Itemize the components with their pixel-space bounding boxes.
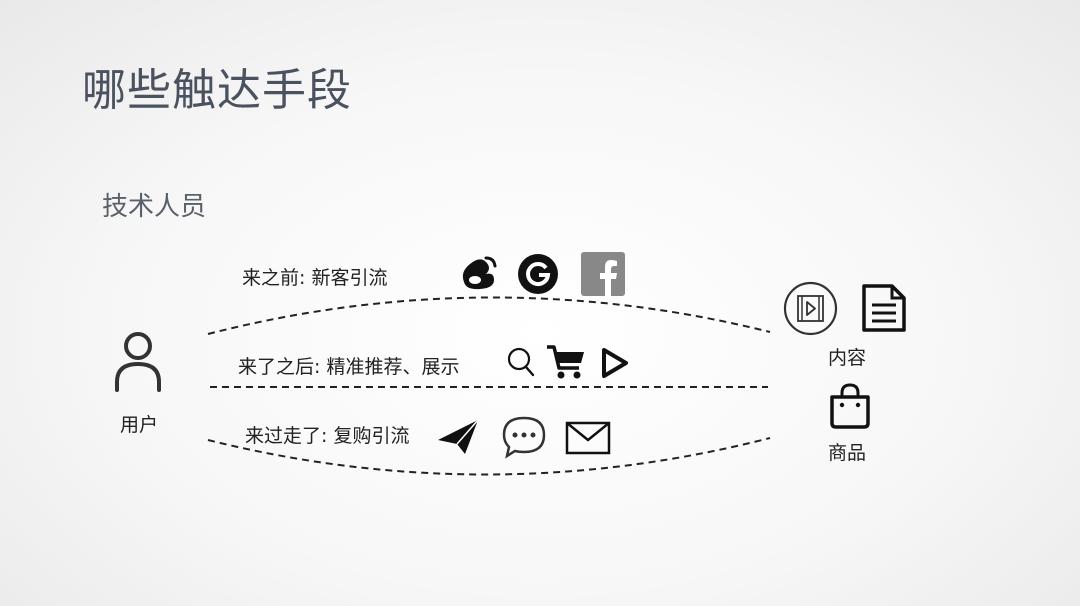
- mail-icon: [565, 421, 611, 455]
- facebook-icon: [581, 252, 625, 296]
- channel-line-before: [207, 296, 771, 335]
- channel-label-during: 来了之后: 精准推荐、展示: [238, 356, 460, 378]
- user-icon: [115, 332, 161, 392]
- connector-lines: [207, 296, 771, 476]
- product-label: 商品: [828, 442, 867, 464]
- play-icon: [602, 348, 628, 378]
- shopping-cart-icon: [547, 345, 584, 379]
- document-icon: [862, 284, 906, 332]
- video-icon: [783, 281, 838, 336]
- content-label: 内容: [828, 347, 867, 369]
- weibo-icon: [462, 256, 497, 290]
- channel-label-before: 来之前: 新客引流: [242, 267, 388, 289]
- shopping-bag-icon: [830, 383, 870, 429]
- chat-bubble-icon: [502, 416, 546, 459]
- slide: 哪些触达手段 技术人员 用户 来之前: 新客引流 来了之后: 精准推荐、展示 来…: [0, 0, 1080, 606]
- channel-label-after: 来过走了: 复购引流: [245, 425, 410, 447]
- user-label: 用户: [120, 414, 159, 436]
- paper-plane-icon: [438, 419, 479, 454]
- google-icon: [518, 254, 558, 294]
- search-icon: [507, 347, 535, 377]
